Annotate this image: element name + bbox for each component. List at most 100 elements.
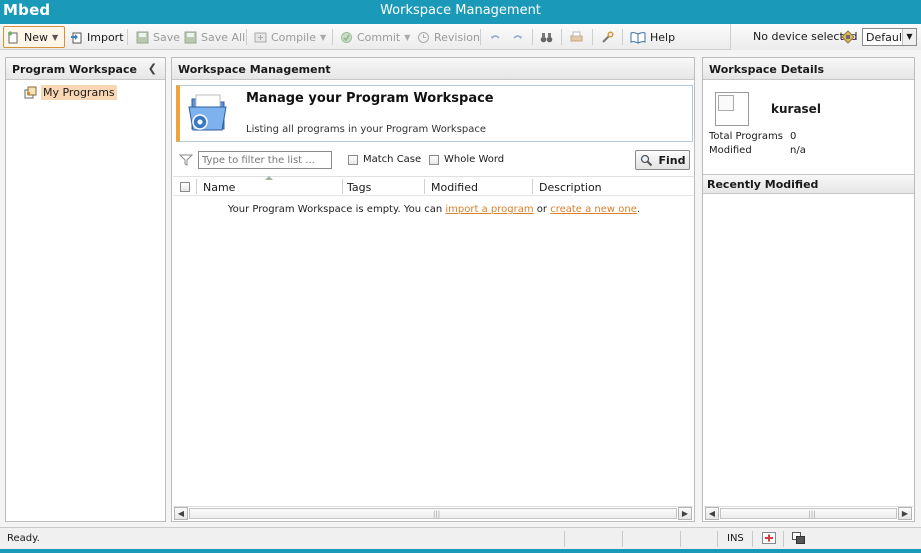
program-workspace-panel: Program Workspace ❮ My Programs (5, 57, 166, 522)
column-header-name[interactable]: Name (203, 181, 235, 194)
column-header-modified[interactable]: Modified (431, 181, 478, 194)
profile-select[interactable]: Default ▼ (862, 28, 917, 46)
avatar (715, 92, 749, 126)
compile-label: Compile (271, 30, 316, 44)
device-selector: No device selected Default ▼ (730, 24, 921, 50)
panel-title: Workspace Details (709, 63, 825, 76)
print-icon (570, 31, 583, 44)
total-programs-row: Total Programs 0 (709, 131, 796, 142)
recently-modified-header: Recently Modified (703, 174, 914, 194)
sort-ascending-icon (265, 176, 273, 180)
horizontal-scrollbar[interactable]: ◀ ||| ▶ (704, 506, 913, 520)
tree-item-my-programs[interactable]: My Programs (24, 84, 117, 100)
import-button[interactable]: Import (67, 27, 127, 47)
checkbox-box[interactable] (348, 154, 358, 165)
scroll-left-icon[interactable]: ◀ (705, 507, 719, 520)
modified-row: Modified n/a (709, 145, 806, 156)
title-bar: Mbed Workspace Management (0, 0, 921, 24)
compile-icon (254, 31, 267, 44)
chevron-down-icon: ▼ (902, 29, 916, 45)
import-label: Import (87, 30, 124, 44)
status-divider (717, 531, 718, 547)
find-button[interactable]: Find (635, 150, 690, 170)
tree-item-label: My Programs (41, 84, 117, 100)
column-header-description[interactable]: Description (539, 181, 602, 194)
workspace-management-header: Workspace Management (172, 58, 694, 80)
workspace-management-panel: Workspace Management Manage your Program… (171, 57, 695, 522)
select-all-checkbox[interactable] (180, 182, 190, 192)
new-button[interactable]: New ▼ (3, 26, 65, 48)
folder-gear-icon (186, 93, 230, 133)
chevron-down-icon: ▼ (320, 32, 327, 42)
save-label: Save (153, 30, 181, 44)
column-divider (196, 179, 197, 194)
status-divider (752, 531, 753, 547)
bottom-accent-strip (0, 549, 921, 553)
column-header-tags[interactable]: Tags (347, 181, 371, 194)
status-message: Ready. (7, 533, 40, 544)
chevron-down-icon: ▼ (404, 32, 411, 42)
scrollbar-thumb[interactable]: ||| (189, 508, 677, 519)
column-divider[interactable] (424, 179, 425, 194)
chevron-down-icon: ▼ (52, 32, 59, 42)
toolbar-divider (246, 29, 247, 45)
profile-select-value: Default (866, 31, 907, 44)
revision-button[interactable]: Revision (414, 27, 483, 47)
match-case-checkbox[interactable]: Match Case (348, 154, 421, 165)
compile-button[interactable]: Compile ▼ (251, 27, 329, 47)
scroll-right-icon[interactable]: ▶ (898, 507, 912, 520)
scroll-left-icon[interactable]: ◀ (174, 507, 188, 520)
error-indicator-icon[interactable] (762, 532, 776, 547)
book-icon (630, 31, 646, 44)
filter-toolbar: Match Case Whole Word Find (176, 150, 693, 172)
username: kurasel (771, 102, 821, 116)
undo-icon (489, 31, 502, 44)
filter-input[interactable] (198, 151, 332, 169)
revision-clock-icon (417, 31, 430, 44)
column-divider[interactable] (342, 179, 343, 194)
empty-state-message: Your Program Workspace is empty. You can… (172, 204, 696, 215)
panel-title: Workspace Management (178, 63, 331, 76)
save-button[interactable]: Save (133, 27, 183, 47)
insert-mode-indicator: INS (727, 533, 744, 544)
toolbar-divider (332, 29, 333, 45)
modified-value: n/a (790, 145, 806, 156)
print-button[interactable] (567, 27, 586, 47)
banner-description: Listing all programs in your Program Wor… (246, 124, 487, 135)
help-label: Help (650, 30, 676, 44)
collapse-chevron-icon[interactable]: ❮ (148, 62, 157, 75)
settings-button[interactable] (598, 27, 617, 47)
commit-button[interactable]: Commit ▼ (337, 27, 413, 47)
create-new-link[interactable]: create a new one (550, 204, 637, 215)
redo-icon (511, 31, 524, 44)
import-program-link[interactable]: import a program (445, 204, 533, 215)
help-button[interactable]: Help (627, 27, 678, 47)
status-divider (783, 531, 784, 547)
recently-modified-title: Recently Modified (707, 178, 819, 191)
redo-button[interactable] (508, 27, 527, 47)
column-divider[interactable] (532, 179, 533, 194)
save-all-button[interactable]: Save All (181, 27, 248, 47)
chip-icon[interactable] (841, 30, 855, 47)
undo-button[interactable] (486, 27, 505, 47)
commit-icon (340, 31, 353, 44)
total-programs-label: Total Programs (709, 131, 783, 142)
find-in-files-button[interactable] (537, 27, 556, 47)
empty-text: . (636, 204, 641, 215)
find-label: Find (658, 153, 686, 167)
whole-word-checkbox[interactable]: Whole Word (429, 154, 504, 165)
empty-text: or (536, 204, 548, 215)
binoculars-icon (540, 31, 553, 44)
horizontal-scrollbar[interactable]: ◀ ||| ▶ (173, 506, 693, 520)
panel-title: Program Workspace (12, 63, 137, 76)
banner-heading: Manage your Program Workspace (246, 91, 494, 106)
scrollbar-thumb[interactable]: ||| (720, 508, 897, 519)
wrench-icon (601, 30, 614, 44)
checkbox-box[interactable] (429, 154, 439, 165)
windows-icon[interactable] (792, 532, 806, 547)
total-programs-value: 0 (790, 131, 797, 142)
scroll-right-icon[interactable]: ▶ (678, 507, 692, 520)
new-file-icon (7, 30, 20, 44)
whole-word-label: Whole Word (444, 154, 505, 165)
workspace-details-header: Workspace Details (703, 58, 914, 80)
